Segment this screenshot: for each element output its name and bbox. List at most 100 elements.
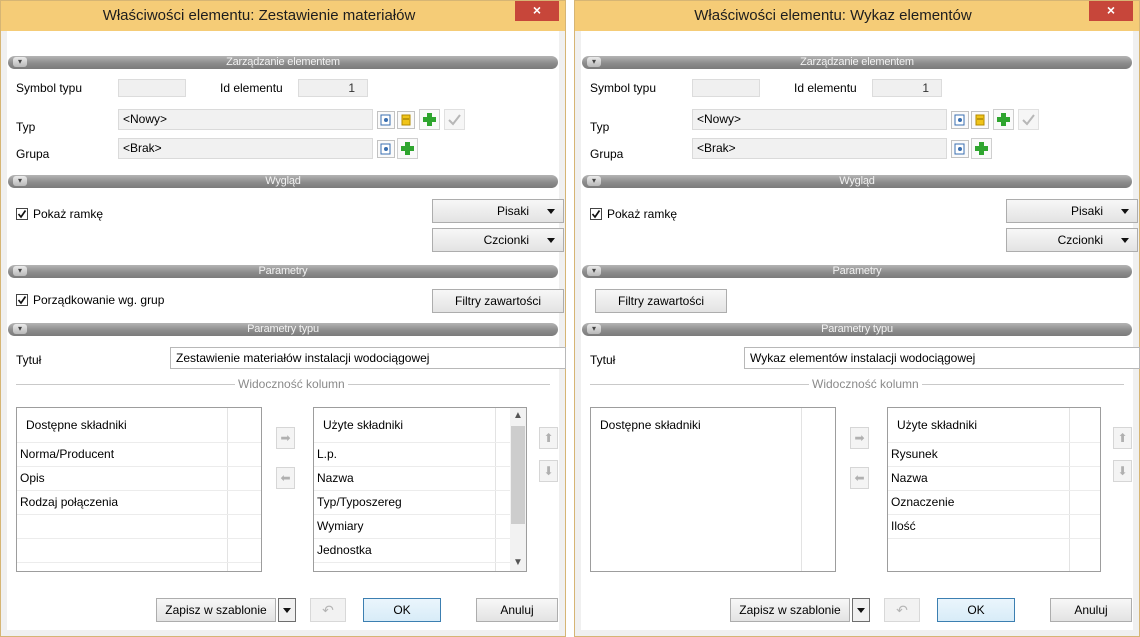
pick-type-button[interactable] <box>951 111 969 129</box>
section-parameters-header[interactable]: ▾ Parametry <box>8 265 558 278</box>
list-item[interactable]: Rodzaj połączenia <box>20 495 118 509</box>
save-template-button[interactable]: Zapisz w szablonie <box>156 598 276 622</box>
undo-button[interactable]: ↶ <box>310 598 346 622</box>
edit-type-button[interactable] <box>397 111 415 129</box>
move-left-button[interactable]: ⬅ <box>276 467 295 489</box>
section-appearance-header[interactable]: ▾ Wygląd <box>582 175 1132 188</box>
confirm-type-button[interactable] <box>1018 109 1039 130</box>
edit-type-button[interactable] <box>971 111 989 129</box>
checkbox-box[interactable] <box>16 294 28 306</box>
group-order-checkbox[interactable]: Porządkowanie wg. grup <box>16 293 216 309</box>
title-label: Tytuł <box>16 353 42 367</box>
ok-button[interactable]: OK <box>937 598 1015 622</box>
used-components-list[interactable]: Użyte składniki L.p. Nazwa Typ/Typoszere… <box>313 407 527 572</box>
pick-type-icon <box>380 143 391 155</box>
move-right-button[interactable]: ➡ <box>850 427 869 449</box>
checkbox-box[interactable] <box>16 208 28 220</box>
add-type-button[interactable] <box>419 109 440 130</box>
section-management-header[interactable]: ▾ Zarządzanie elementem <box>582 56 1132 69</box>
save-template-button[interactable]: Zapisz w szablonie <box>730 598 850 622</box>
group-select[interactable]: <Brak> <box>692 138 947 159</box>
pick-group-button[interactable] <box>377 140 395 158</box>
scroll-up-icon[interactable]: ▲ <box>510 408 526 424</box>
element-id-field[interactable]: 1 <box>298 79 368 97</box>
list-item[interactable]: Rysunek <box>891 447 938 461</box>
list-item[interactable]: L.p. <box>317 447 337 461</box>
cancel-button[interactable]: Anuluj <box>476 598 558 622</box>
list-item[interactable]: Typ/Typoszereg <box>317 495 402 509</box>
move-down-button[interactable]: ⬇ <box>539 460 558 482</box>
list-item[interactable]: Norma/Producent <box>20 447 114 461</box>
pick-group-button[interactable] <box>951 140 969 158</box>
ok-button[interactable]: OK <box>363 598 441 622</box>
show-frame-checkbox[interactable]: Pokaż ramkę <box>590 207 730 223</box>
available-components-list[interactable]: Dostępne składniki Norma/Producent Opis … <box>16 407 262 572</box>
move-right-button[interactable]: ➡ <box>276 427 295 449</box>
scroll-down-icon[interactable]: ▼ <box>510 555 526 571</box>
move-left-button[interactable]: ⬅ <box>850 467 869 489</box>
list-item[interactable]: Jednostka <box>317 543 372 557</box>
section-type-parameters-header[interactable]: ▾ Parametry typu <box>8 323 558 336</box>
move-up-button[interactable]: ⬆ <box>539 427 558 449</box>
list-item[interactable]: Nazwa <box>891 471 928 485</box>
section-management-header[interactable]: ▾ Zarządzanie elementem <box>8 56 558 69</box>
fonts-dropdown-button[interactable]: Czcionki <box>432 228 564 252</box>
move-up-button[interactable]: ⬆ <box>1113 427 1132 449</box>
available-components-header: Dostępne składniki <box>26 418 127 432</box>
show-frame-label: Pokaż ramkę <box>33 207 104 221</box>
group-select[interactable]: <Brak> <box>118 138 373 159</box>
save-template-dropdown[interactable] <box>852 598 870 622</box>
confirm-type-button[interactable] <box>444 109 465 130</box>
plus-icon <box>423 113 436 126</box>
row-divider <box>17 538 261 539</box>
save-template-dropdown[interactable] <box>278 598 296 622</box>
title-bar[interactable]: Właściwości elementu: Zestawienie materi… <box>1 1 565 31</box>
vertical-scrollbar[interactable]: ▲ ▼ <box>510 408 526 571</box>
pens-label: Pisaki <box>1070 204 1103 218</box>
checkbox-box[interactable] <box>590 208 602 220</box>
add-group-button[interactable] <box>971 138 992 159</box>
dialog-content: ▾ Zarządzanie elementem Symbol typu Id e… <box>581 31 1140 630</box>
section-appearance-header[interactable]: ▾ Wygląd <box>8 175 558 188</box>
list-item[interactable]: Oznaczenie <box>891 495 954 509</box>
section-title: Parametry <box>832 265 882 277</box>
title-input[interactable]: Zestawienie materiałów instalacji wodoci… <box>170 347 566 369</box>
close-button[interactable]: × <box>515 1 559 21</box>
list-item[interactable]: Ilość <box>891 519 916 533</box>
available-components-list[interactable]: Dostępne składniki <box>590 407 836 572</box>
dialog-title: Właściwości elementu: Wykaz elementów <box>694 7 972 24</box>
section-parameters-header[interactable]: ▾ Parametry <box>582 265 1132 278</box>
row-divider <box>314 466 510 467</box>
scrollbar-thumb[interactable] <box>511 426 525 524</box>
symbol-type-field[interactable] <box>118 79 186 97</box>
used-components-header: Użyte składniki <box>897 418 978 432</box>
type-select[interactable]: <Nowy> <box>118 109 373 130</box>
symbol-type-field[interactable] <box>692 79 760 97</box>
cancel-button[interactable]: Anuluj <box>1050 598 1132 622</box>
show-frame-label: Pokaż ramkę <box>607 207 678 221</box>
pens-dropdown-button[interactable]: Pisaki <box>1006 199 1138 223</box>
add-type-button[interactable] <box>993 109 1014 130</box>
title-bar[interactable]: Właściwości elementu: Wykaz elementów × <box>575 1 1139 31</box>
pens-dropdown-button[interactable]: Pisaki <box>432 199 564 223</box>
type-label: Typ <box>590 120 610 134</box>
content-filters-button[interactable]: Filtry zawartości <box>595 289 727 313</box>
type-select[interactable]: <Nowy> <box>692 109 947 130</box>
title-input[interactable]: Wykaz elementów instalacji wodociągowej <box>744 347 1140 369</box>
list-item[interactable]: Opis <box>20 471 45 485</box>
element-id-field[interactable]: 1 <box>872 79 942 97</box>
section-type-parameters-header[interactable]: ▾ Parametry typu <box>582 323 1132 336</box>
fonts-dropdown-button[interactable]: Czcionki <box>1006 228 1138 252</box>
move-down-button[interactable]: ⬇ <box>1113 460 1132 482</box>
arrow-down-icon: ⬇ <box>543 464 554 478</box>
show-frame-checkbox[interactable]: Pokaż ramkę <box>16 207 156 223</box>
chevron-down-icon <box>1121 238 1129 243</box>
undo-button[interactable]: ↶ <box>884 598 920 622</box>
pick-type-button[interactable] <box>377 111 395 129</box>
list-item[interactable]: Wymiary <box>317 519 364 533</box>
add-group-button[interactable] <box>397 138 418 159</box>
close-button[interactable]: × <box>1089 1 1133 21</box>
list-item[interactable]: Nazwa <box>317 471 354 485</box>
content-filters-button[interactable]: Filtry zawartości <box>432 289 564 313</box>
used-components-list[interactable]: Użyte składniki Rysunek Nazwa Oznaczenie… <box>887 407 1101 572</box>
